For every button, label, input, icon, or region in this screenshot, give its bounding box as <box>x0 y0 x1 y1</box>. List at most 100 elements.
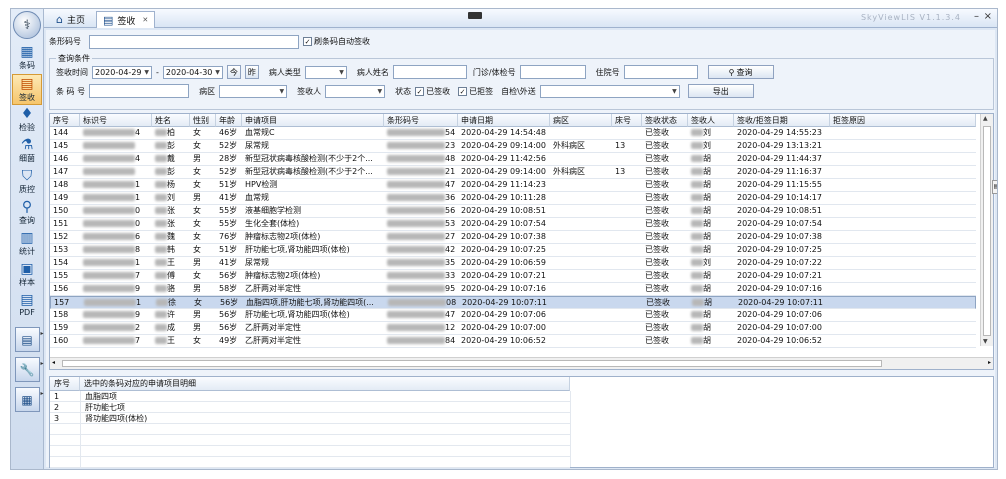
query-button[interactable]: ⚲ 查询 <box>707 65 774 79</box>
barcode-no-input[interactable] <box>89 84 190 98</box>
col-header-age[interactable]: 年龄 <box>216 114 242 127</box>
nav-item-quality[interactable]: ⛉ 质控 <box>11 167 43 198</box>
table-row[interactable]: 157 1 徐女 56岁 血脂四项,肝功能七项,肾功能四项(... 08 2020-04-2… <box>50 296 976 309</box>
col-header-no[interactable]: 序号 <box>50 114 80 127</box>
date-from-picker[interactable]: 2020-04-29 ▼ <box>92 65 152 79</box>
yesterday-button[interactable]: 昨 <box>244 65 259 79</box>
nav-item-sample[interactable]: ▣ 样本 <box>11 260 43 291</box>
nav-item-bacteria[interactable]: ⚗ 细菌 <box>11 136 43 167</box>
col-header-reason[interactable]: 拒签原因 <box>830 114 976 127</box>
wrench-icon[interactable]: 🔧 ▸ <box>14 357 44 382</box>
patient-name-input[interactable] <box>392 65 467 79</box>
cell-id-text: 1 <box>136 298 142 307</box>
cell-name-text: 徐 <box>168 298 176 307</box>
ward-select[interactable]: ▼ <box>219 84 288 98</box>
cell-ward <box>550 257 612 270</box>
table-row[interactable]: 154 1 王 男 41岁 尿常规 35 2020-04-29 10:06:59 已签收 刘 202… <box>50 257 976 270</box>
col-header-bc[interactable]: 条形码号 <box>384 114 458 127</box>
today-button[interactable]: 今 <box>226 65 241 79</box>
table-row[interactable]: 148 1 杨 女 51岁 HPV检测 47 2020-04-29 11:14:23 已签收 胡 2… <box>50 179 976 192</box>
scroll-thumb[interactable] <box>983 126 991 336</box>
scroll-left-icon[interactable]: ◂ <box>52 359 55 366</box>
table-row[interactable]: 144 4 柏 女 46岁 血常规C 54 2020-04-29 14:54:48 已签收 刘 20… <box>50 127 976 140</box>
minimize-button[interactable]: – <box>974 11 979 22</box>
cell-name: 傅 <box>152 270 190 283</box>
col-header-sex[interactable]: 性别 <box>190 114 216 127</box>
cell-status: 已签收 <box>645 245 669 254</box>
redacted-text <box>387 259 445 266</box>
scroll-down-icon[interactable]: ▼ <box>983 338 988 345</box>
cell-id-text: 1 <box>135 193 141 202</box>
col-header-date[interactable]: 申请日期 <box>458 114 550 127</box>
col-header-sdate[interactable]: 签收/拒签日期 <box>734 114 830 127</box>
nav-item-barcode[interactable]: ▦ 条码 <box>11 43 43 74</box>
detail-row[interactable]: 3 肾功能四项(体检) <box>50 413 570 424</box>
redacted-text <box>83 207 135 214</box>
side-handle-icon[interactable]: ▤ <box>992 180 997 194</box>
nav-quality-icon: ⛉ <box>21 168 33 184</box>
nav-sample-icon: ▣ <box>20 261 34 277</box>
nav-item-stats[interactable]: ▥ 统计 <box>11 229 43 260</box>
col-header-bed[interactable]: 床号 <box>612 114 642 127</box>
col-header-name[interactable]: 姓名 <box>152 114 190 127</box>
app-logo-icon[interactable]: ⚕ <box>13 11 41 39</box>
col-header-signer[interactable]: 签收人 <box>688 114 734 127</box>
rejected-checkbox[interactable]: ✓ 已拒签 <box>458 86 493 97</box>
barcode-input[interactable] <box>89 34 299 49</box>
cell-ward <box>550 153 612 166</box>
hscroll-thumb[interactable] <box>62 360 882 367</box>
table-row[interactable]: 155 7 傅 女 56岁 肿瘤标志物2项(体检) 33 2020-04-29 10:07:2… <box>50 270 976 283</box>
collapse-handle-icon[interactable] <box>468 12 482 19</box>
redacted-text <box>387 272 445 279</box>
redacted-text <box>155 220 167 227</box>
export-button[interactable]: 导出 <box>687 84 754 98</box>
scroll-right-icon[interactable]: ▸ <box>988 359 991 366</box>
detail-row[interactable]: 1 血脂四项 <box>50 391 570 402</box>
table-row[interactable]: 149 1 刘 男 41岁 血常规 36 2020-04-29 10:11:28 已签收 胡 202… <box>50 192 976 205</box>
table-row[interactable]: 147 彭 女 52岁 新型冠状病毒核酸检测(不少于2个... 21 2020-04-29 … <box>50 166 976 179</box>
inpatient-no-input[interactable] <box>623 65 698 79</box>
tab-sign[interactable]: ▤ 签收 ✕ <box>96 11 156 28</box>
scroll-up-icon[interactable]: ▲ <box>983 115 988 122</box>
cell-name: 张 <box>152 205 190 218</box>
table-row[interactable]: 160 7 王 女 49岁 乙肝两对半定性 84 2020-04-29 10:06:52 已签收… <box>50 335 976 348</box>
col-header-status[interactable]: 签收状态 <box>642 114 688 127</box>
nav-item-sign[interactable]: ▤ 签收 <box>12 74 42 105</box>
table-row[interactable]: 152 6 魏 女 76岁 肿瘤标志物2项(体检) 27 2020-04-29 10:07:3… <box>50 231 976 244</box>
clinic-no-input[interactable] <box>519 65 586 79</box>
date-to-picker[interactable]: 2020-04-30 ▼ <box>162 65 223 79</box>
ward-label: 病区 <box>199 86 216 96</box>
cell-date: 2020-04-29 10:08:51 <box>461 206 546 215</box>
table-row[interactable]: 156 9 骆 男 58岁 乙肝两对半定性 95 2020-04-29 10:07:16 已签收… <box>50 283 976 296</box>
close-tab-icon[interactable]: ✕ <box>142 16 148 24</box>
close-window-button[interactable]: × <box>984 11 992 22</box>
nav-item-query[interactable]: ⚲ 查询 <box>11 198 43 229</box>
table-row[interactable]: 159 2 成 男 56岁 乙肝两对半定性 12 2020-04-29 10:07:00 已签收… <box>50 322 976 335</box>
col-header-id[interactable]: 标识号 <box>80 114 152 127</box>
col-header-item[interactable]: 申请项目 <box>242 114 384 127</box>
cell-bc-text: 33 <box>445 271 456 280</box>
signer-select[interactable]: ▼ <box>325 84 386 98</box>
table-row[interactable]: 150 0 张 女 55岁 液基细胞学检测 56 2020-04-29 10:08:51 已签收… <box>50 205 976 218</box>
col-header-ward[interactable]: 病区 <box>550 114 612 127</box>
tab-home[interactable]: ⌂ 主页 <box>50 11 91 28</box>
nav-item-inspect[interactable]: ♦ 检验 <box>11 105 43 136</box>
signed-checkbox[interactable]: ✓ 已签收 <box>415 86 450 97</box>
detail-row[interactable]: 2 肝功能七项 <box>50 402 570 413</box>
table-row[interactable]: 151 0 张 女 55岁 生化全套(体检) 53 2020-04-29 10:07:54 已签… <box>50 218 976 231</box>
table-row[interactable]: 158 9 许 男 56岁 肝功能七项,肾功能四项(体检) 47 2020-04-29 10:… <box>50 309 976 322</box>
self-send-select[interactable]: ▼ <box>539 84 680 98</box>
horizontal-scrollbar[interactable]: ◂ ▸ <box>50 357 993 369</box>
nav-item-pdf[interactable]: ▤ PDF <box>11 291 43 322</box>
cell-id: 4 <box>80 127 152 140</box>
report-tool-icon[interactable]: ▤ ▸ <box>14 327 44 352</box>
table-row[interactable]: 145 彭 女 52岁 尿常规 23 2020-04-29 09:14:00 外科病区 13 已签… <box>50 140 976 153</box>
patient-type-select[interactable]: ▼ <box>304 65 347 79</box>
cell-signer: 刘 <box>688 140 734 153</box>
auto-sign-checkbox[interactable]: ✓ 刷条码自动签收 <box>303 36 370 47</box>
cell-signer-text: 胡 <box>703 310 711 319</box>
vertical-scrollbar[interactable]: ▲ ▼ <box>980 114 993 346</box>
toolbox-icon[interactable]: ▦ ▸ <box>14 387 44 412</box>
table-row[interactable]: 153 8 韩 女 51岁 肝功能七项,肾功能四项(体检) 42 2020-04-29 10:… <box>50 244 976 257</box>
table-row[interactable]: 146 4 戴 男 28岁 新型冠状病毒核酸检测(不少于2个... 48 2020-04-29… <box>50 153 976 166</box>
